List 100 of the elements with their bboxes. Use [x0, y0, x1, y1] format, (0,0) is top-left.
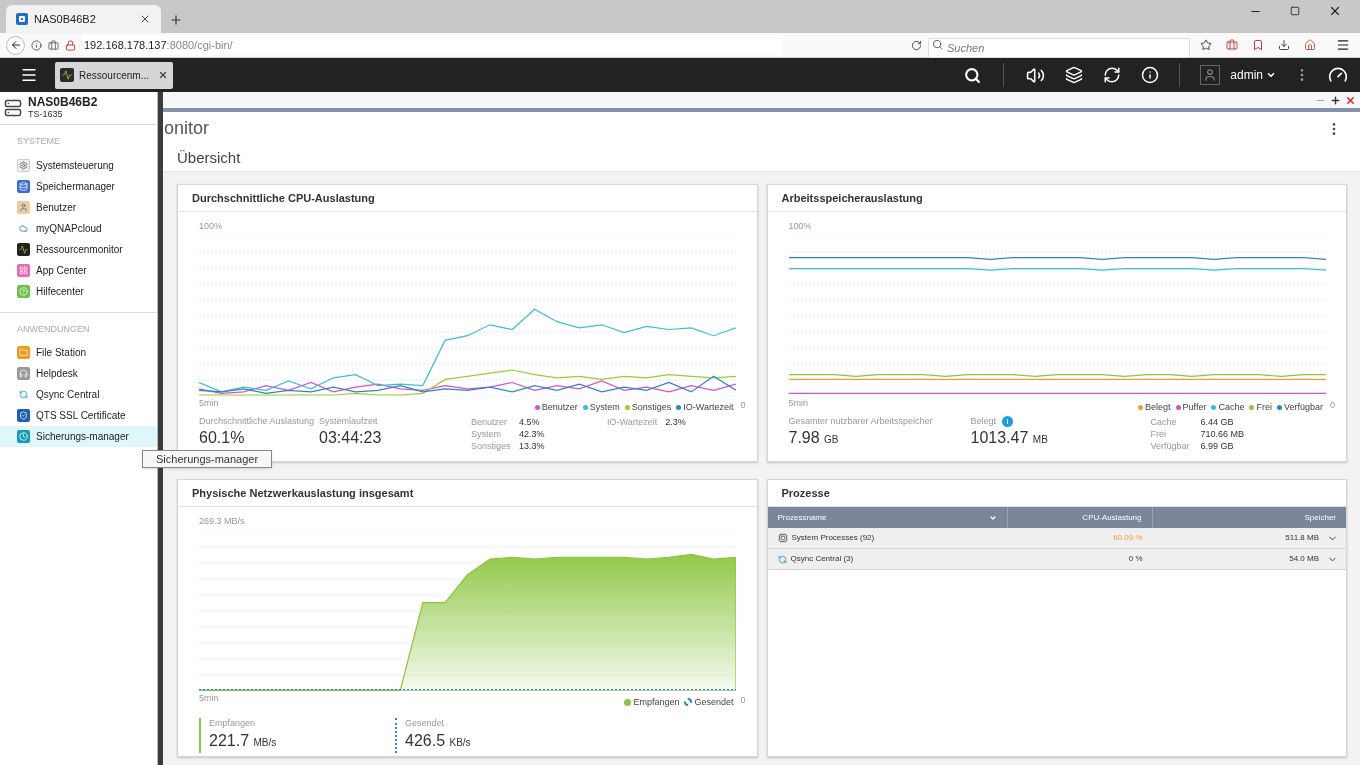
chip-icon	[777, 533, 788, 543]
stat-label: System	[471, 428, 502, 440]
close-icon[interactable]	[1328, 4, 1342, 18]
app-tab[interactable]: Ressourcenm...	[55, 61, 173, 89]
app-tab-label: Ressourcenm...	[79, 68, 151, 83]
legend-item: Belegt	[1138, 400, 1171, 414]
sync-icon	[17, 388, 30, 401]
search-icon[interactable]	[964, 66, 982, 84]
stat-label: IO-Wartezeit	[607, 416, 658, 429]
process-name: System Processes (92)	[791, 532, 875, 544]
url-host: 192.168.178.137	[84, 37, 167, 53]
legend-item: IO-Wartezeit	[676, 400, 734, 414]
stat-value: 221.7 MB/s	[209, 731, 278, 751]
sync-icon[interactable]	[1103, 66, 1122, 84]
stat-value: 4.5%	[519, 416, 540, 428]
menu-icon[interactable]	[20, 66, 38, 84]
briefcase-icon[interactable]	[1226, 39, 1238, 51]
clock-icon	[17, 430, 30, 443]
stat-label: Sonstiges	[471, 440, 512, 452]
stat-label: Benutzer	[471, 416, 509, 428]
tab-title: NAS0B46B2	[34, 11, 97, 27]
user-icon	[17, 200, 30, 214]
cpu-value: 0 %	[1128, 553, 1143, 565]
close-icon[interactable]	[1345, 94, 1356, 106]
browser-tab[interactable]: NAS0B46B2	[6, 5, 161, 33]
menu-icon[interactable]	[1336, 38, 1350, 52]
axis-label: 5min	[788, 396, 808, 410]
headset-icon	[17, 367, 30, 380]
search-field[interactable]: Suchen	[928, 38, 1190, 58]
user-menu[interactable]: admin	[1230, 66, 1276, 84]
axis-label: 5min	[199, 691, 219, 705]
stat-label: Gesamter nutzbarer Arbeitsspeicher	[788, 416, 934, 427]
help-icon	[17, 284, 30, 298]
axis-label: 100%	[199, 220, 223, 233]
dashboard-icon[interactable]	[1328, 65, 1348, 85]
panel-title: Prozesse	[781, 485, 830, 501]
stat-value: 2.3%	[665, 416, 686, 429]
axis-label: 269.3 MB/s	[199, 515, 245, 528]
nas-icon	[4, 99, 22, 117]
stat-label: Verfügbar	[1150, 440, 1191, 452]
section-title: Übersicht	[177, 147, 241, 168]
cpu-value: 60.09 %	[1113, 532, 1143, 544]
axis-label: 100%	[788, 220, 812, 233]
panel-title: Physische Netzwerkauslastung insgesamt	[192, 485, 414, 501]
shield-icon	[17, 409, 30, 422]
process-row[interactable]: System Processes (92) 60.09 % 511.8 MB	[767, 528, 1346, 549]
download-icon[interactable]	[1278, 39, 1290, 51]
stat-value: 1013.47 MB	[970, 429, 1049, 448]
sync-icon	[777, 554, 787, 564]
expand-icon[interactable]	[1330, 94, 1341, 106]
close-icon[interactable]	[139, 13, 151, 25]
bookmark-star-icon[interactable]	[1200, 39, 1212, 51]
back-button[interactable]	[6, 35, 25, 55]
menu-item[interactable]: Sicherungs-manager	[0, 426, 157, 447]
column-header[interactable]: Speicher	[1152, 507, 1346, 528]
stat-label: Systemlaufzeit	[319, 416, 379, 427]
window-title: onitor	[164, 117, 210, 140]
stat-value: 6.44 GB	[1200, 416, 1234, 428]
monitor-icon	[60, 68, 74, 82]
legend-item: System	[582, 400, 620, 414]
reload-icon[interactable]	[911, 39, 922, 51]
stat-value: 60.1%	[199, 429, 246, 447]
device-model: TS-1635	[28, 108, 64, 120]
avatar-icon[interactable]	[1200, 65, 1221, 85]
stat-label: Frei	[1150, 428, 1167, 440]
stat-value: 13.3%	[519, 440, 545, 452]
stat-label: Gesendet	[405, 718, 446, 729]
folder-icon	[17, 346, 30, 359]
speaker-icon[interactable]	[1026, 65, 1046, 85]
memory-value: 54.0 MB	[1289, 553, 1319, 565]
axis-label: 5min	[199, 396, 219, 410]
pulse-icon	[17, 242, 30, 256]
stat-value: 42.3%	[519, 428, 545, 440]
search-icon	[932, 39, 943, 50]
axis-label: 0	[740, 693, 746, 707]
stack-icon[interactable]	[1065, 66, 1084, 84]
process-row[interactable]: Qsync Central (3) 0 % 54.0 MB	[767, 549, 1346, 570]
panel-title: Arbeitsspeicherauslastung	[781, 190, 923, 206]
legend-item: Gesendet	[684, 695, 734, 709]
legend-item: Sonstiges	[624, 400, 672, 414]
maximize-icon[interactable]	[1290, 6, 1300, 16]
memory-value: 511.8 MB	[1285, 532, 1319, 544]
legend-item: Verfügbar	[1276, 400, 1323, 414]
back-arrow-icon[interactable]	[9, 39, 22, 51]
section-heading: SYSTEME	[16, 135, 61, 148]
address-bar[interactable]: 192.168.178.137:8080/cgi-bin/	[82, 35, 782, 55]
close-icon[interactable]	[158, 70, 168, 80]
stat-value: 710.66 MB	[1200, 428, 1245, 440]
grid-icon	[17, 263, 30, 277]
url-path: :8080/cgi-bin/	[166, 37, 233, 53]
app-logo-icon	[16, 13, 28, 25]
panel-title: Durchschnittliche CPU-Auslastung	[192, 190, 375, 206]
new-tab-icon[interactable]	[169, 13, 183, 27]
home-icon[interactable]	[1304, 39, 1316, 51]
axis-label: 0	[740, 398, 746, 412]
stat-value: 426.5 KB/s	[405, 731, 472, 751]
legend-item: Benutzer	[534, 400, 578, 414]
stat-value: 6.99 GB	[1200, 440, 1234, 452]
database-icon	[17, 179, 30, 193]
legend-item: Frei	[1249, 400, 1272, 414]
